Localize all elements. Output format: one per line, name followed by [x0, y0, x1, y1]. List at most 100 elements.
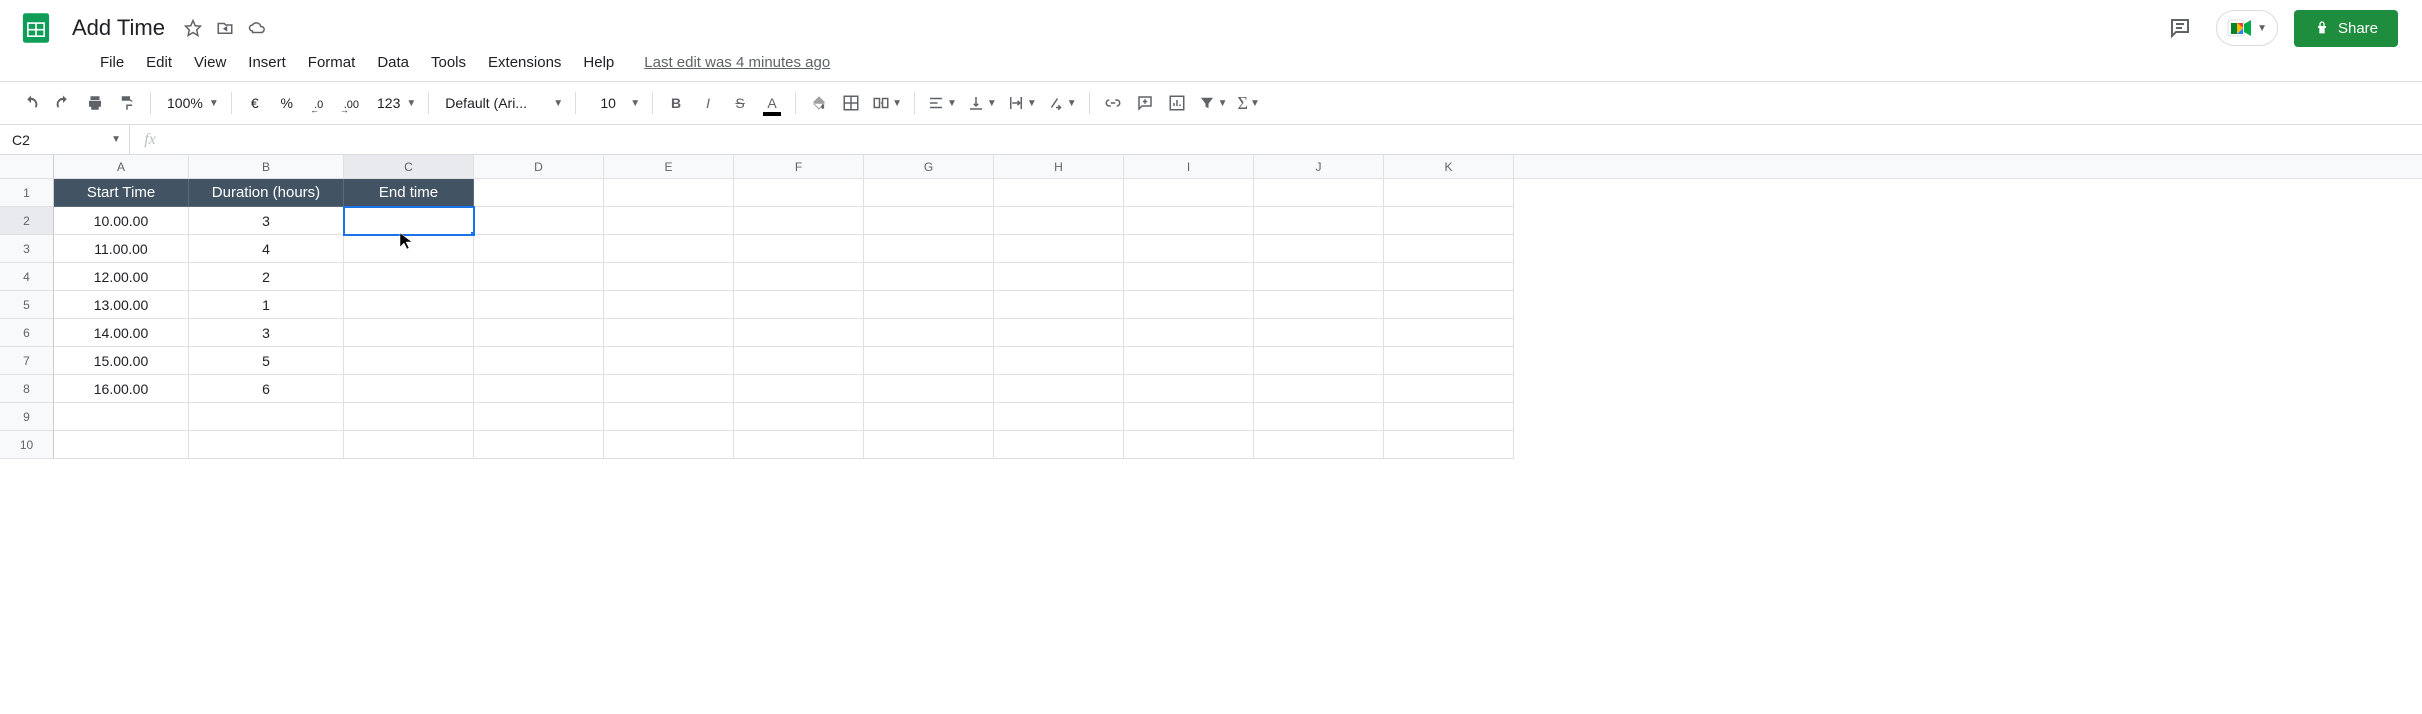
- column-header-J[interactable]: J: [1254, 155, 1384, 178]
- cell-H7[interactable]: [994, 347, 1124, 375]
- document-title[interactable]: Add Time: [66, 13, 171, 43]
- cell-G6[interactable]: [864, 319, 994, 347]
- font-size-select[interactable]: 10▼: [584, 88, 644, 118]
- cell-A4[interactable]: 12.00.00: [54, 263, 189, 291]
- cell-E7[interactable]: [604, 347, 734, 375]
- cell-D6[interactable]: [474, 319, 604, 347]
- cell-D2[interactable]: [474, 207, 604, 235]
- decrease-decimal-button[interactable]: .0←: [304, 88, 334, 118]
- cell-E1[interactable]: [604, 179, 734, 207]
- insert-chart-button[interactable]: [1162, 88, 1192, 118]
- cell-I10[interactable]: [1124, 431, 1254, 459]
- cell-D8[interactable]: [474, 375, 604, 403]
- cell-K8[interactable]: [1384, 375, 1514, 403]
- cell-K7[interactable]: [1384, 347, 1514, 375]
- cell-K1[interactable]: [1384, 179, 1514, 207]
- horizontal-align-button[interactable]: ▼: [923, 88, 961, 118]
- comments-button[interactable]: [2160, 8, 2200, 48]
- cell-E9[interactable]: [604, 403, 734, 431]
- cell-B8[interactable]: 6: [189, 375, 344, 403]
- cell-G7[interactable]: [864, 347, 994, 375]
- cell-G1[interactable]: [864, 179, 994, 207]
- redo-button[interactable]: [48, 88, 78, 118]
- cloud-status-icon[interactable]: [247, 18, 267, 38]
- menu-extensions[interactable]: Extensions: [478, 50, 571, 75]
- cell-B1[interactable]: Duration (hours): [189, 179, 344, 207]
- cell-C7[interactable]: [344, 347, 474, 375]
- cell-G2[interactable]: [864, 207, 994, 235]
- cell-F3[interactable]: [734, 235, 864, 263]
- cell-C10[interactable]: [344, 431, 474, 459]
- menu-help[interactable]: Help: [573, 50, 624, 75]
- formula-input[interactable]: [170, 125, 2422, 154]
- cell-F5[interactable]: [734, 291, 864, 319]
- menu-file[interactable]: File: [90, 50, 134, 75]
- cell-D4[interactable]: [474, 263, 604, 291]
- cell-A5[interactable]: 13.00.00: [54, 291, 189, 319]
- strikethrough-button[interactable]: S: [725, 88, 755, 118]
- cell-H5[interactable]: [994, 291, 1124, 319]
- spreadsheet-grid[interactable]: ABCDEFGHIJK 1Start TimeDuration (hours)E…: [0, 155, 2422, 459]
- row-header-6[interactable]: 6: [0, 319, 54, 347]
- cell-B6[interactable]: 3: [189, 319, 344, 347]
- cell-B10[interactable]: [189, 431, 344, 459]
- cell-J9[interactable]: [1254, 403, 1384, 431]
- column-header-H[interactable]: H: [994, 155, 1124, 178]
- cell-E5[interactable]: [604, 291, 734, 319]
- cell-J7[interactable]: [1254, 347, 1384, 375]
- row-header-4[interactable]: 4: [0, 263, 54, 291]
- cell-B5[interactable]: 1: [189, 291, 344, 319]
- undo-button[interactable]: [16, 88, 46, 118]
- row-header-1[interactable]: 1: [0, 179, 54, 207]
- cell-F10[interactable]: [734, 431, 864, 459]
- name-box[interactable]: C2 ▼: [0, 125, 130, 154]
- cell-K10[interactable]: [1384, 431, 1514, 459]
- menu-insert[interactable]: Insert: [238, 50, 296, 75]
- select-all-corner[interactable]: [0, 155, 54, 178]
- menu-data[interactable]: Data: [367, 50, 419, 75]
- italic-button[interactable]: I: [693, 88, 723, 118]
- column-header-B[interactable]: B: [189, 155, 344, 178]
- cell-A7[interactable]: 15.00.00: [54, 347, 189, 375]
- cell-A8[interactable]: 16.00.00: [54, 375, 189, 403]
- cell-A1[interactable]: Start Time: [54, 179, 189, 207]
- cell-H9[interactable]: [994, 403, 1124, 431]
- menu-edit[interactable]: Edit: [136, 50, 182, 75]
- cell-J6[interactable]: [1254, 319, 1384, 347]
- cell-C2[interactable]: [344, 207, 474, 235]
- font-family-select[interactable]: Default (Ari...▼: [437, 88, 567, 118]
- column-header-F[interactable]: F: [734, 155, 864, 178]
- cell-D5[interactable]: [474, 291, 604, 319]
- share-button[interactable]: Share: [2294, 10, 2398, 47]
- cell-K6[interactable]: [1384, 319, 1514, 347]
- insert-link-button[interactable]: [1098, 88, 1128, 118]
- cell-H8[interactable]: [994, 375, 1124, 403]
- column-header-I[interactable]: I: [1124, 155, 1254, 178]
- cell-H10[interactable]: [994, 431, 1124, 459]
- text-rotation-button[interactable]: ▼: [1043, 88, 1081, 118]
- cell-F6[interactable]: [734, 319, 864, 347]
- functions-button[interactable]: Σ▼: [1234, 88, 1264, 118]
- cell-A2[interactable]: 10.00.00: [54, 207, 189, 235]
- cell-E10[interactable]: [604, 431, 734, 459]
- selection-handle[interactable]: [470, 231, 474, 235]
- filter-button[interactable]: ▼: [1194, 88, 1232, 118]
- cell-D7[interactable]: [474, 347, 604, 375]
- column-header-C[interactable]: C: [344, 155, 474, 178]
- cell-D3[interactable]: [474, 235, 604, 263]
- cell-C5[interactable]: [344, 291, 474, 319]
- row-header-5[interactable]: 5: [0, 291, 54, 319]
- row-header-8[interactable]: 8: [0, 375, 54, 403]
- cell-H4[interactable]: [994, 263, 1124, 291]
- menu-format[interactable]: Format: [298, 50, 366, 75]
- cell-F9[interactable]: [734, 403, 864, 431]
- cell-J2[interactable]: [1254, 207, 1384, 235]
- column-header-K[interactable]: K: [1384, 155, 1514, 178]
- cell-B4[interactable]: 2: [189, 263, 344, 291]
- cell-A10[interactable]: [54, 431, 189, 459]
- cell-A3[interactable]: 11.00.00: [54, 235, 189, 263]
- cell-E4[interactable]: [604, 263, 734, 291]
- cell-F1[interactable]: [734, 179, 864, 207]
- cell-C6[interactable]: [344, 319, 474, 347]
- cell-J3[interactable]: [1254, 235, 1384, 263]
